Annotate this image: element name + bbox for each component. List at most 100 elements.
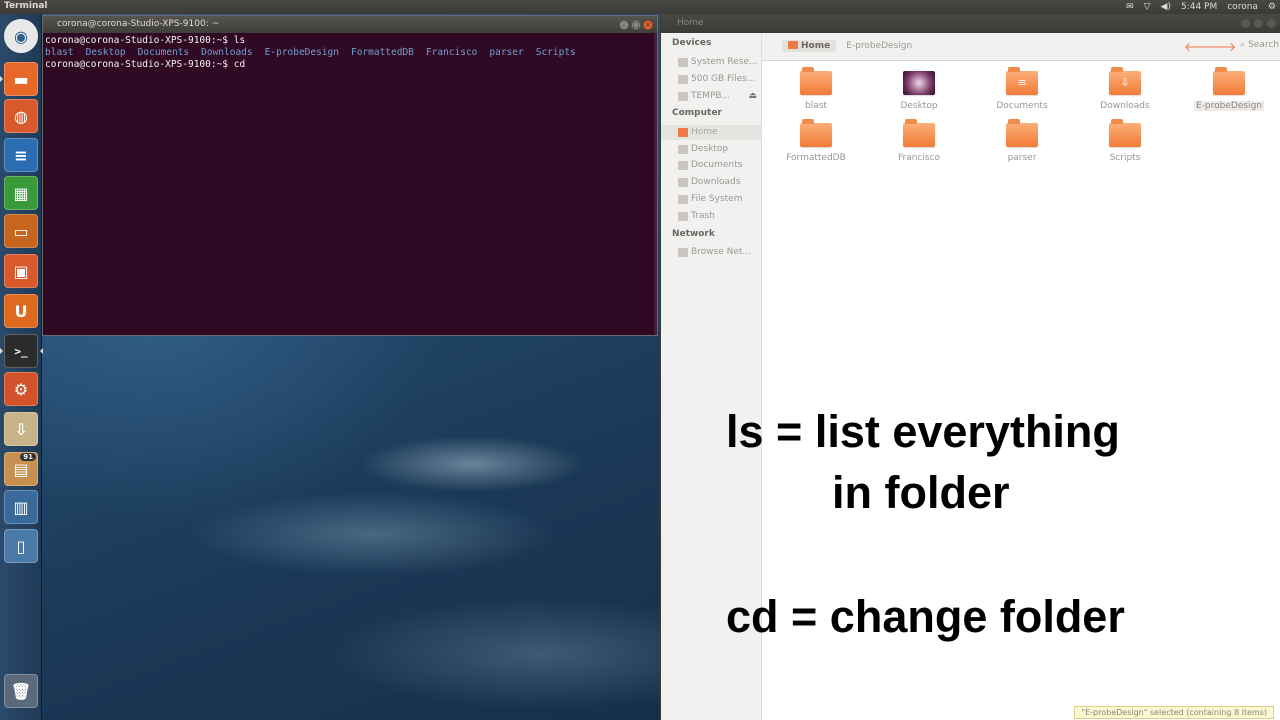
sidebar-item-device[interactable]: TEMPB... ⏏ <box>661 89 761 104</box>
status-tooltip: "E-probeDesign" selected (containing 8 i… <box>1074 706 1274 719</box>
drive-icon <box>678 75 688 84</box>
ls-entry: FormattedDB <box>350 47 414 58</box>
network-icon <box>678 248 688 257</box>
volume-icon[interactable]: ◀) <box>1161 0 1171 14</box>
launcher-software-center-icon[interactable]: ▣ <box>4 254 38 288</box>
terminal-title: corona@corona-Studio-XPS-9100: ~ <box>57 19 220 29</box>
launcher-workspaces-icon[interactable]: ▥ <box>4 490 38 524</box>
drive-icon <box>678 194 688 204</box>
minimize-icon[interactable] <box>1241 19 1250 28</box>
minimize-icon[interactable]: – <box>619 20 629 30</box>
folder-item-scripts[interactable]: Scripts <box>1085 119 1165 163</box>
terminal-titlebar[interactable]: corona@corona-Studio-XPS-9100: ~ – □ × <box>43 16 657 33</box>
ls-entry: blast <box>45 47 74 58</box>
folder-item-francisco[interactable]: Francisco <box>879 119 959 163</box>
sidebar-item-downloads[interactable]: Downloads <box>661 175 761 190</box>
breadcrumb-home[interactable]: Home <box>782 40 837 52</box>
top-panel: Terminal ✉ ▽ ◀) 5:44 PM corona ⚙ <box>0 0 1280 14</box>
ls-entry: parser <box>489 47 524 58</box>
launcher-archive-icon[interactable]: ▤ 91 <box>4 452 38 486</box>
launcher-usb-drive-icon[interactable]: ▯ <box>4 529 38 563</box>
file-manager-titlebar[interactable]: Home <box>661 14 1280 33</box>
folder-icon <box>1006 119 1038 147</box>
terminal-line: corona@corona-Studio-XPS-9100:~$ ls <box>45 35 246 46</box>
launcher-firefox-icon[interactable]: ◍ <box>4 99 38 133</box>
ls-entry: Desktop <box>85 47 126 58</box>
indicator-area: ✉ ▽ ◀) 5:44 PM corona ⚙ <box>1126 0 1276 14</box>
network-icon[interactable]: ▽ <box>1144 0 1151 14</box>
mail-icon[interactable]: ✉ <box>1126 0 1134 14</box>
sidebar-item-label: Downloads <box>691 177 741 188</box>
launcher-terminal-icon[interactable]: >_ <box>0 334 43 368</box>
annotation-ls: ls = list everything <box>726 406 1120 457</box>
launcher-ubuntu-one-icon[interactable]: U <box>4 294 38 328</box>
launcher-trash-icon[interactable]: 🗑 <box>4 674 38 708</box>
sidebar-item-trash[interactable]: Trash <box>661 209 761 224</box>
folder-label: Scripts <box>1109 153 1141 163</box>
folder-icon <box>903 119 935 147</box>
sidebar-item-file-system[interactable]: File System <box>661 192 761 207</box>
sidebar-item-device[interactable]: 500 GB Files... <box>661 72 761 87</box>
terminal-scrollbar[interactable] <box>654 33 657 335</box>
terminal-window[interactable]: corona@corona-Studio-XPS-9100: ~ – □ × c… <box>42 15 658 336</box>
forward-arrow-icon[interactable]: 🡒 <box>1204 39 1236 54</box>
maximize-icon[interactable]: □ <box>631 20 641 30</box>
launcher-update-manager-icon[interactable]: ⇩ <box>4 412 38 446</box>
home-folder-icon <box>788 41 798 49</box>
folder-label: Documents <box>996 101 1048 111</box>
folder-item-parser[interactable]: parser <box>982 119 1062 163</box>
folder-icon: ≡ <box>1006 67 1038 95</box>
ls-entry: Francisco <box>425 47 478 58</box>
terminal-line: corona@corona-Studio-XPS-9100:~$ cd <box>45 59 246 70</box>
ls-output-line: blast Desktop Documents Downloads E-probeDes… <box>45 47 655 59</box>
launcher-files-icon[interactable]: ▬ <box>0 62 38 96</box>
maximize-icon[interactable] <box>1254 19 1263 28</box>
close-icon[interactable] <box>1267 19 1276 28</box>
sidebar-heading-devices: Devices <box>672 38 712 48</box>
user-menu[interactable]: corona <box>1227 0 1258 14</box>
folder-item-downloads[interactable]: ⇩ Downloads <box>1085 67 1165 111</box>
folder-item-documents[interactable]: ≡ Documents <box>982 67 1062 111</box>
folder-label: E-probeDesign <box>1194 101 1264 111</box>
terminal-output[interactable]: corona@corona-Studio-XPS-9100:~$ ls blas… <box>43 33 657 73</box>
folder-emblem-icon: ≡ <box>1017 76 1027 89</box>
folder-item-desktop[interactable]: Desktop <box>879 71 959 111</box>
folder-item-blast[interactable]: blast <box>776 67 856 111</box>
launcher-system-settings-icon[interactable]: ⚙ <box>4 372 38 406</box>
sidebar-item-desktop[interactable]: Desktop <box>661 142 761 157</box>
active-app-title: Terminal <box>4 1 48 11</box>
sidebar-item-label: Home <box>691 127 718 137</box>
search-label: Search <box>1248 40 1279 50</box>
folder-icon <box>678 178 688 188</box>
launcher-libreoffice-impress-icon[interactable]: ▭ <box>4 214 38 248</box>
ls-entry: E-probeDesign <box>264 47 339 58</box>
sidebar-item-browse-network[interactable]: Browse Net... <box>661 245 761 260</box>
sidebar-item-label: File System <box>691 193 743 204</box>
home-folder-icon <box>678 128 688 137</box>
launcher-libreoffice-calc-icon[interactable]: ▦ <box>4 176 38 210</box>
clock[interactable]: 5:44 PM <box>1181 0 1217 14</box>
folder-label: Desktop <box>900 101 938 111</box>
breadcrumb: Home E-probeDesign <box>782 40 918 52</box>
breadcrumb-eprobedesign[interactable]: E-probeDesign <box>840 40 918 52</box>
eject-icon[interactable]: ⏏ <box>748 89 757 104</box>
sidebar-item-documents[interactable]: Documents <box>661 158 761 173</box>
ls-entry: Scripts <box>535 47 576 58</box>
launcher-dash-home-icon[interactable]: ◉ <box>4 19 38 53</box>
sidebar-item-label: 500 GB Files... <box>691 74 756 84</box>
sidebar-item-device[interactable]: System Rese... <box>661 55 761 70</box>
launcher-libreoffice-writer-icon[interactable]: ≡ <box>4 138 38 172</box>
folder-label: FormattedDB <box>786 153 846 163</box>
gear-icon[interactable]: ⚙ <box>1268 0 1276 14</box>
folder-item-e-probedesign[interactable]: E-probeDesign <box>1189 67 1269 111</box>
folder-label: parser <box>1007 153 1037 163</box>
sidebar-item-home[interactable]: Home <box>661 125 761 140</box>
folder-icon <box>800 67 832 95</box>
sidebar-item-label: Desktop <box>691 143 729 154</box>
folder-item-formatteddb[interactable]: FormattedDB <box>776 119 856 163</box>
usb-drive-icon <box>678 92 688 101</box>
ls-entry: Documents <box>137 47 190 58</box>
running-indicator <box>0 76 3 82</box>
close-icon[interactable]: × <box>643 20 653 30</box>
search-button[interactable]: ⌕ Search <box>1240 40 1279 50</box>
